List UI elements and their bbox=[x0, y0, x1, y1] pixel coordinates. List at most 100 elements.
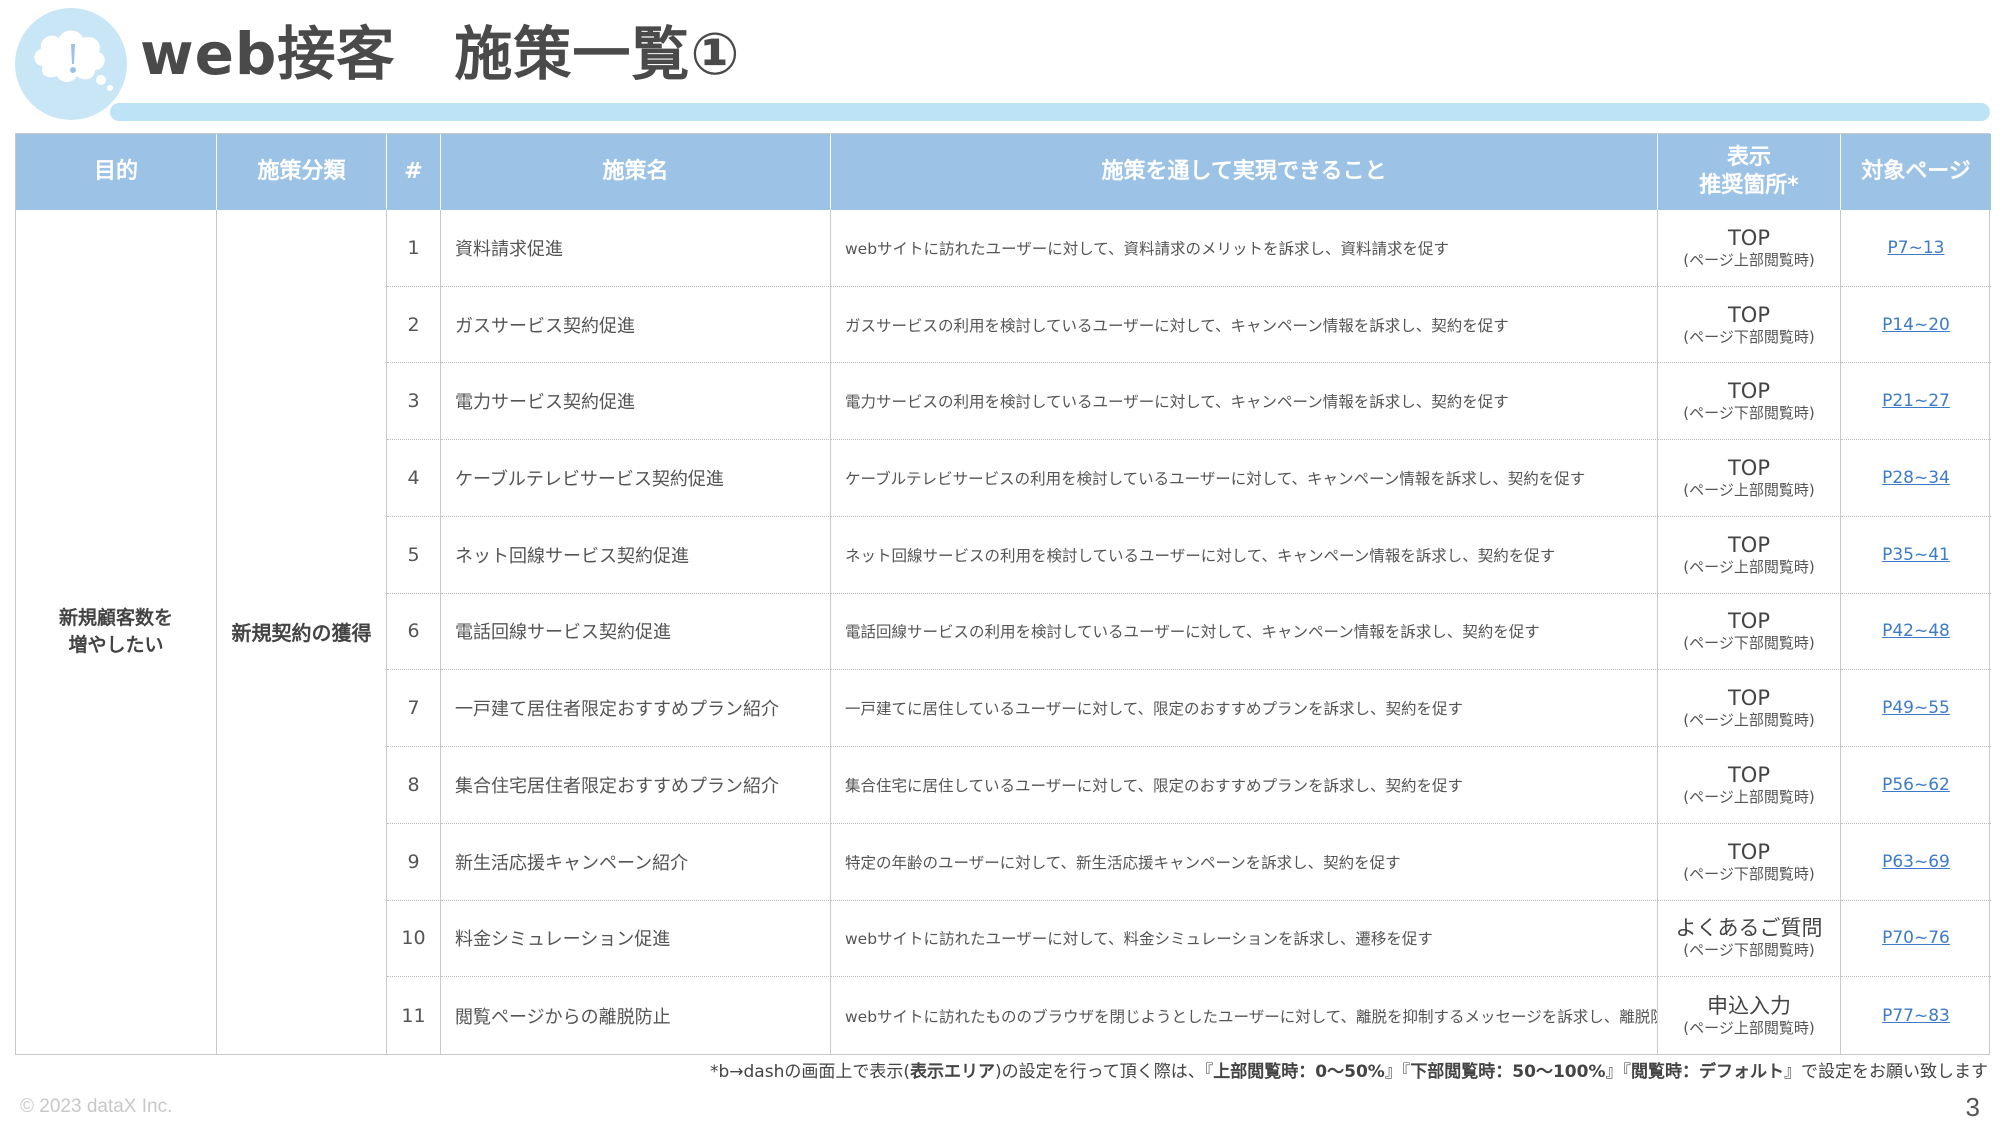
display-location-main: TOP bbox=[1727, 762, 1771, 787]
target-page-link[interactable]: P14~20 bbox=[1882, 315, 1950, 335]
display-location-sub: (ページ下部閲覧時) bbox=[1683, 634, 1815, 653]
display-location-main: TOP bbox=[1727, 609, 1771, 634]
measure-description: ネット回線サービスの利用を検討しているユーザーに対して、キャンペーン情報を訴求し… bbox=[831, 516, 1658, 594]
display-location-main: TOP bbox=[1727, 839, 1771, 864]
measure-name: 電話回線サービス契約促進 bbox=[441, 593, 831, 671]
target-page-cell: P28~34 bbox=[1841, 440, 1991, 517]
measure-name: 閲覧ページからの離脱防止 bbox=[441, 977, 831, 1054]
display-location: TOP (ページ下部閲覧時) bbox=[1658, 593, 1841, 671]
display-location-sub: (ページ下部閲覧時) bbox=[1683, 404, 1815, 423]
copyright: © 2023 dataX Inc. bbox=[20, 1096, 173, 1117]
display-location: TOP (ページ下部閲覧時) bbox=[1658, 286, 1841, 364]
target-page-link[interactable]: P77~83 bbox=[1882, 1006, 1950, 1026]
display-location-main: TOP bbox=[1727, 302, 1771, 327]
speech-bubble-icon bbox=[15, 8, 127, 120]
display-location-sub: (ページ下部閲覧時) bbox=[1683, 941, 1815, 960]
row-number: 8 bbox=[387, 747, 441, 824]
display-location: TOP (ページ上部閲覧時) bbox=[1658, 516, 1841, 594]
target-page-cell: P21~27 bbox=[1841, 363, 1991, 441]
header-target-page: 対象ページ bbox=[1841, 134, 1991, 210]
display-location-sub: (ページ上部閲覧時) bbox=[1683, 250, 1815, 269]
target-page-link[interactable]: P42~48 bbox=[1882, 621, 1950, 641]
target-page-cell: P63~69 bbox=[1841, 824, 1991, 901]
header-category: 施策分類 bbox=[217, 134, 387, 210]
target-page-cell: P56~62 bbox=[1841, 747, 1991, 824]
row-number: 1 bbox=[387, 210, 441, 287]
target-page-cell: P35~41 bbox=[1841, 517, 1991, 594]
row-number: 10 bbox=[387, 900, 441, 978]
purpose-cell: 新規顧客数を 増やしたい bbox=[16, 210, 217, 1054]
row-number: 9 bbox=[387, 823, 441, 901]
measure-name: ケーブルテレビサービス契約促進 bbox=[441, 440, 831, 517]
measures-table: 目的 施策分類 # 施策名 施策を通して実現できること 表示 推奨箇所* 対象ページ 新規顧客… bbox=[15, 133, 1991, 1055]
measure-name: 資料請求促進 bbox=[441, 210, 831, 287]
target-page-cell: P77~83 bbox=[1841, 977, 1991, 1054]
footnote: *b→dashの画面上で表示(表示エリア)の設定を行って頂く際は、『上部閲覧時：… bbox=[709, 1062, 1988, 1082]
measure-description: 電話回線サービスの利用を検討しているユーザーに対して、キャンペーン情報を訴求し、… bbox=[831, 593, 1658, 671]
display-location-sub: (ページ上部閲覧時) bbox=[1683, 557, 1815, 576]
row-number: 3 bbox=[387, 363, 441, 441]
header-measure-name: 施策名 bbox=[441, 134, 831, 210]
measure-description: webサイトに訪れたもののブラウザを閉じようとしたユーザーに対して、離脱を抑制す… bbox=[831, 977, 1658, 1054]
target-page-cell: P49~55 bbox=[1841, 670, 1991, 748]
page-title: web接客 施策一覧① bbox=[140, 20, 741, 88]
target-page-link[interactable]: P63~69 bbox=[1882, 852, 1950, 872]
target-page-link[interactable]: P56~62 bbox=[1882, 775, 1950, 795]
header-purpose: 目的 bbox=[16, 134, 217, 210]
target-page-link[interactable]: P35~41 bbox=[1882, 545, 1950, 565]
display-location: TOP (ページ上部閲覧時) bbox=[1658, 670, 1841, 748]
measure-description: webサイトに訪れたユーザーに対して、料金シミュレーションを訴求し、遷移を促す bbox=[831, 900, 1658, 978]
display-location-sub: (ページ上部閲覧時) bbox=[1683, 711, 1815, 730]
measure-name: 新生活応援キャンペーン紹介 bbox=[441, 823, 831, 901]
display-location-main: TOP bbox=[1727, 686, 1771, 711]
slide-header: web接客 施策一覧① bbox=[0, 0, 2000, 125]
display-location-main: 申込入力 bbox=[1707, 993, 1791, 1018]
measure-description: webサイトに訪れたユーザーに対して、資料請求のメリットを訴求し、資料請求を促す bbox=[831, 210, 1658, 287]
header-number: # bbox=[387, 134, 441, 210]
measure-description: ガスサービスの利用を検討しているユーザーに対して、キャンペーン情報を訴求し、契約… bbox=[831, 286, 1658, 364]
target-page-link[interactable]: P49~55 bbox=[1882, 698, 1950, 718]
display-location-main: TOP bbox=[1727, 456, 1771, 481]
target-page-cell: P7~13 bbox=[1841, 210, 1991, 287]
page-number: 3 bbox=[1965, 1092, 1980, 1122]
display-location-sub: (ページ上部閲覧時) bbox=[1683, 787, 1815, 806]
measure-name: ガスサービス契約促進 bbox=[441, 286, 831, 364]
title-underline-bar bbox=[110, 103, 1990, 121]
target-page-cell: P14~20 bbox=[1841, 287, 1991, 364]
measure-name: ネット回線サービス契約促進 bbox=[441, 516, 831, 594]
display-location-main: TOP bbox=[1727, 225, 1771, 250]
display-location: TOP (ページ上部閲覧時) bbox=[1658, 440, 1841, 517]
row-number: 4 bbox=[387, 440, 441, 517]
measure-description: 一戸建てに居住しているユーザーに対して、限定のおすすめプランを訴求し、契約を促す bbox=[831, 670, 1658, 748]
display-location-main: TOP bbox=[1727, 379, 1771, 404]
measure-name: 一戸建て居住者限定おすすめプラン紹介 bbox=[441, 670, 831, 748]
target-page-cell: P70~76 bbox=[1841, 901, 1991, 978]
display-location-sub: (ページ上部閲覧時) bbox=[1683, 1018, 1815, 1037]
row-number: 5 bbox=[387, 516, 441, 594]
measure-description: 集合住宅に居住しているユーザーに対して、限定のおすすめプランを訴求し、契約を促す bbox=[831, 747, 1658, 824]
display-location: TOP (ページ下部閲覧時) bbox=[1658, 363, 1841, 441]
target-page-link[interactable]: P28~34 bbox=[1882, 468, 1950, 488]
measure-description: 特定の年齢のユーザーに対して、新生活応援キャンペーンを訴求し、契約を促す bbox=[831, 823, 1658, 901]
measure-description: ケーブルテレビサービスの利用を検討しているユーザーに対して、キャンペーン情報を訴… bbox=[831, 440, 1658, 517]
header-description: 施策を通して実現できること bbox=[831, 134, 1658, 210]
row-number: 7 bbox=[387, 670, 441, 748]
display-location: 申込入力 (ページ上部閲覧時) bbox=[1658, 977, 1841, 1054]
category-cell: 新規契約の獲得 bbox=[217, 210, 387, 1054]
measure-name: 集合住宅居住者限定おすすめプラン紹介 bbox=[441, 747, 831, 824]
measure-description: 電力サービスの利用を検討しているユーザーに対して、キャンペーン情報を訴求し、契約… bbox=[831, 363, 1658, 441]
measure-name: 電力サービス契約促進 bbox=[441, 363, 831, 441]
measure-name: 料金シミュレーション促進 bbox=[441, 900, 831, 978]
display-location-sub: (ページ下部閲覧時) bbox=[1683, 327, 1815, 346]
display-location-main: よくあるご質問 bbox=[1675, 916, 1823, 941]
display-location: TOP (ページ上部閲覧時) bbox=[1658, 210, 1841, 287]
display-location-sub: (ページ上部閲覧時) bbox=[1683, 481, 1815, 500]
target-page-link[interactable]: P7~13 bbox=[1888, 238, 1945, 258]
row-number: 11 bbox=[387, 977, 441, 1054]
display-location: TOP (ページ上部閲覧時) bbox=[1658, 747, 1841, 824]
display-location-main: TOP bbox=[1727, 532, 1771, 557]
target-page-link[interactable]: P21~27 bbox=[1882, 391, 1950, 411]
display-location: TOP (ページ下部閲覧時) bbox=[1658, 823, 1841, 901]
target-page-link[interactable]: P70~76 bbox=[1882, 928, 1950, 948]
display-location: よくあるご質問 (ページ下部閲覧時) bbox=[1658, 900, 1841, 978]
